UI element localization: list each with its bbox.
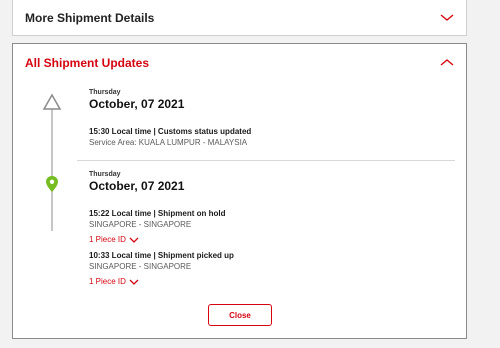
event-location: Service Area: KUALA LUMPUR - MALAYSIA — [89, 138, 248, 147]
piece-id-label: 1 Piece ID — [89, 235, 126, 244]
shipment-event: 15:22 Local time | Shipment on hold SING… — [89, 209, 225, 247]
piece-id-toggle[interactable]: 1 Piece ID — [89, 277, 139, 286]
chevron-up-icon[interactable] — [440, 58, 454, 66]
event-time-status: 15:22 Local time | Shipment on hold — [89, 209, 226, 218]
chevron-down-icon[interactable] — [440, 14, 454, 22]
more-shipment-details-panel[interactable]: More Shipment Details — [12, 0, 467, 36]
chevron-down-icon — [129, 279, 139, 285]
triangle-marker-icon — [42, 93, 62, 110]
event-time-status: 15:30 Local time | Customs status update… — [89, 127, 252, 136]
location-pin-icon — [46, 176, 58, 192]
date-label: October, 07 2021 — [89, 179, 185, 193]
day-label: Thursday — [89, 171, 121, 178]
event-time-status: 10:33 Local time | Shipment picked up — [89, 251, 234, 260]
all-shipment-updates-title: All Shipment Updates — [25, 56, 150, 70]
close-button[interactable]: Close — [208, 304, 272, 326]
shipment-event: 10:33 Local time | Shipment picked up SI… — [89, 251, 234, 289]
piece-id-toggle[interactable]: 1 Piece ID — [89, 235, 139, 244]
date-group: Thursday October, 07 2021 — [89, 89, 184, 111]
event-location: SINGAPORE - SINGAPORE — [89, 262, 192, 271]
shipment-event: 15:30 Local time | Customs status update… — [89, 127, 251, 147]
event-location: SINGAPORE - SINGAPORE — [89, 220, 192, 229]
date-group: Thursday October, 07 2021 — [89, 171, 184, 193]
divider — [77, 160, 455, 161]
timeline-line — [51, 97, 53, 231]
date-label: October, 07 2021 — [89, 97, 185, 111]
chevron-down-icon — [129, 237, 139, 243]
day-label: Thursday — [89, 89, 121, 96]
piece-id-label: 1 Piece ID — [89, 277, 126, 286]
all-shipment-updates-panel: All Shipment Updates Thursday October, 0… — [12, 43, 467, 339]
more-shipment-details-title: More Shipment Details — [25, 11, 155, 25]
